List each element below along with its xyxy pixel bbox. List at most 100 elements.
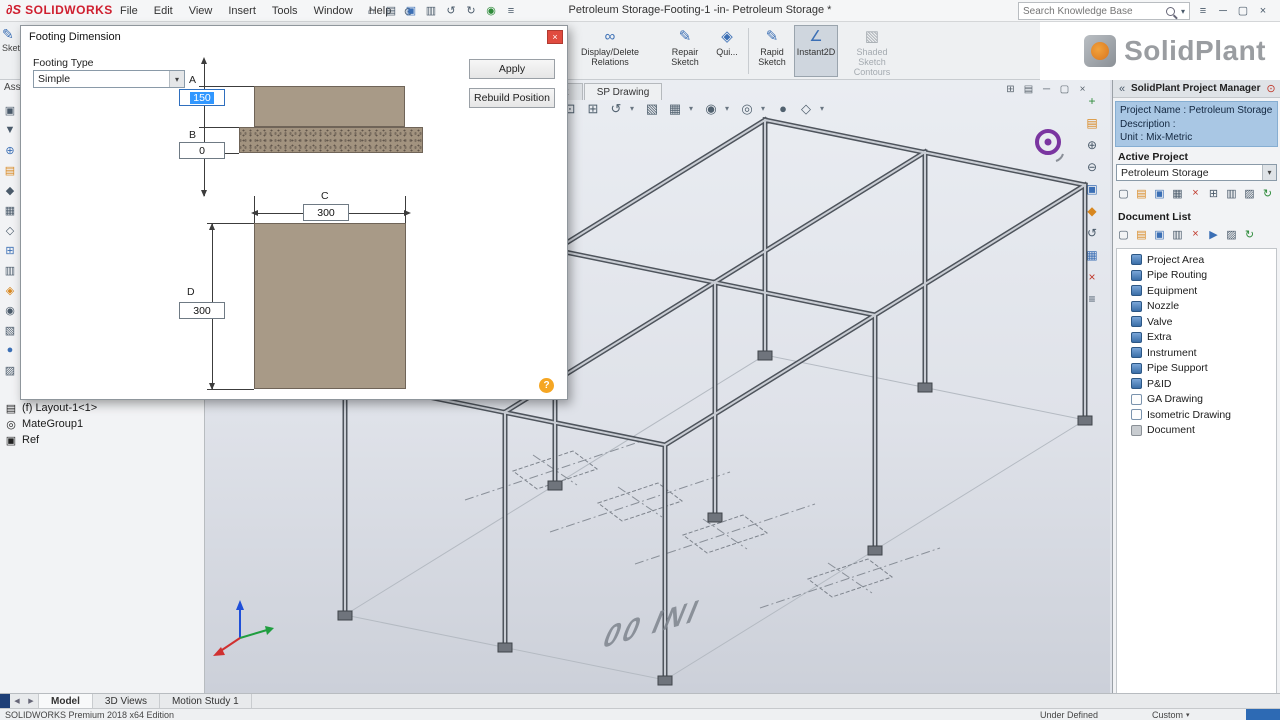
tree-item-project-area[interactable]: Project Area	[1117, 252, 1276, 268]
tree-item-nozzle[interactable]: Nozzle	[1117, 299, 1276, 315]
zoom-out-icon[interactable]: ⊖	[1083, 158, 1101, 175]
rapid-sketch-button[interactable]: ✎ Rapid Sketch	[752, 25, 792, 77]
undo-icon[interactable]: ↺	[442, 2, 460, 19]
open-document-icon[interactable]: ▤	[1133, 226, 1150, 242]
app-options-icon[interactable]: ≡	[1194, 2, 1212, 19]
project-grid-icon[interactable]: ▦	[1169, 185, 1186, 201]
shaded-sketch-contours-button[interactable]: ▧ Shaded Sketch Contours	[840, 25, 904, 77]
apply-button[interactable]: Apply	[469, 59, 555, 79]
rebuild-position-button[interactable]: Rebuild Position	[469, 88, 555, 108]
origin-icon[interactable]: ⊞	[1, 242, 19, 258]
save-icon[interactable]: ▣	[402, 2, 420, 19]
grid-icon[interactable]: ▦	[1083, 246, 1101, 263]
maximize-icon[interactable]: ▢	[1234, 2, 1252, 19]
tree-item-extra[interactable]: Extra	[1117, 330, 1276, 346]
delete-document-icon[interactable]: ×	[1187, 226, 1204, 242]
open-project-icon[interactable]: ▤	[1133, 185, 1150, 201]
pane-layout-icon[interactable]: ▤	[1021, 83, 1036, 96]
new-document-icon[interactable]: ▢	[1115, 226, 1132, 242]
footing-type-select[interactable]: Simple ▾	[33, 70, 185, 88]
search-input[interactable]	[1019, 6, 1166, 17]
minimize-icon[interactable]: ─	[1214, 2, 1232, 19]
tab-motion-study[interactable]: Motion Study 1	[160, 694, 252, 708]
sensors-icon[interactable]: ⊕	[1, 142, 19, 158]
component-icon[interactable]: ◉	[1, 302, 19, 318]
tab-3d-views[interactable]: 3D Views	[93, 694, 160, 708]
annotations-folder-icon[interactable]: ▤	[1, 162, 19, 178]
dim-input-c[interactable]: 300	[303, 204, 349, 221]
section-view-icon[interactable]: ▧	[643, 100, 661, 117]
search-icon[interactable]	[1166, 7, 1175, 16]
refresh-document-icon[interactable]: ↻	[1241, 226, 1258, 242]
pattern-icon[interactable]: ▧	[1, 322, 19, 338]
new-project-icon[interactable]: ▢	[1115, 185, 1132, 201]
front-plane-icon[interactable]: ◆	[1, 182, 19, 198]
zoom-area-icon[interactable]: ⊞	[584, 100, 602, 117]
dialog-close-icon[interactable]: ×	[547, 30, 563, 44]
chevron-down-icon[interactable]: ▾	[689, 104, 697, 113]
chevron-down-icon[interactable]: ▾	[630, 104, 638, 113]
part-icon[interactable]: ▥	[1, 262, 19, 278]
display-delete-relations-button[interactable]: ∞ Display/Delete Relations	[562, 25, 658, 77]
doc-close-icon[interactable]: ×	[1075, 83, 1090, 96]
tree-item-layout[interactable]: ▤ (f) Layout-1<1>	[4, 400, 200, 416]
save-document-icon[interactable]: ▣	[1151, 226, 1168, 242]
more-tools-icon[interactable]: ≡	[1083, 290, 1101, 307]
delete-project-icon[interactable]: ×	[1187, 185, 1204, 201]
tree-item-instrument[interactable]: Instrument	[1117, 345, 1276, 361]
quick-snaps-button[interactable]: ◈ Qui...	[710, 25, 744, 77]
collapse-panel-icon[interactable]: «	[1116, 80, 1128, 97]
zoom-in-icon[interactable]: ⊕	[1083, 136, 1101, 153]
menu-tools[interactable]: Tools	[264, 1, 306, 21]
print-icon[interactable]: ▥	[422, 2, 440, 19]
tree-item-ga-drawing[interactable]: GA Drawing	[1117, 392, 1276, 408]
tree-item-ref[interactable]: ▣ Ref	[4, 432, 200, 448]
open-icon[interactable]: ▤	[382, 2, 400, 19]
tab-scroll-left-icon[interactable]: ◀	[10, 694, 24, 708]
instant2d-button[interactable]: ∠ Instant2D	[794, 25, 838, 77]
measure-icon[interactable]: ◆	[1083, 202, 1101, 219]
delete-tool-icon[interactable]: ×	[1083, 268, 1101, 285]
repair-sketch-button[interactable]: ✎ Repair Sketch	[660, 25, 710, 77]
display-style-icon[interactable]: ◉	[702, 100, 720, 117]
menu-insert[interactable]: Insert	[220, 1, 264, 21]
tree-item-pipe-support[interactable]: Pipe Support	[1117, 361, 1276, 377]
tree-item-mategroup[interactable]: ◎ MateGroup1	[4, 416, 200, 432]
refresh-project-icon[interactable]: ↻	[1259, 185, 1276, 201]
hide-show-items-icon[interactable]: ◎	[738, 100, 756, 117]
menu-edit[interactable]: Edit	[146, 1, 181, 21]
save-view-icon[interactable]: ▣	[1083, 180, 1101, 197]
save-project-icon[interactable]: ▣	[1151, 185, 1168, 201]
unit-system-select[interactable]: Custom ▾	[1152, 710, 1190, 720]
menu-view[interactable]: View	[181, 1, 221, 21]
tree-item-pid[interactable]: P&ID	[1117, 376, 1276, 392]
run-document-icon[interactable]: ▶	[1205, 226, 1222, 242]
tree-item-isometric-drawing[interactable]: Isometric Drawing	[1117, 407, 1276, 423]
history-icon[interactable]: ▼	[1, 122, 19, 138]
doc-restore-icon[interactable]: ▢	[1057, 83, 1072, 96]
document-report-icon[interactable]: ▨	[1223, 226, 1240, 242]
home-icon[interactable]: ⌂	[362, 2, 380, 19]
active-project-select[interactable]: Petroleum Storage ▾	[1116, 164, 1277, 181]
doc-minimize-icon[interactable]: ─	[1039, 83, 1054, 96]
chevron-down-icon[interactable]: ▾	[761, 104, 769, 113]
chevron-down-icon[interactable]: ▾	[820, 104, 828, 113]
copy-project-icon[interactable]: ⊞	[1205, 185, 1222, 201]
folder-icon[interactable]: ◈	[1, 282, 19, 298]
view-orientation-icon[interactable]: ▦	[666, 100, 684, 117]
chevron-down-icon[interactable]: ▾	[725, 104, 733, 113]
dim-input-d[interactable]: 300	[179, 302, 225, 319]
document-table-icon[interactable]: ▥	[1169, 226, 1186, 242]
mate-icon[interactable]: ●	[1, 342, 19, 358]
doc-tab-sp-drawing[interactable]: SP Drawing	[584, 83, 662, 100]
tab-scroll-right-icon[interactable]: ▶	[24, 694, 38, 708]
top-plane-icon[interactable]: ▦	[1, 202, 19, 218]
search-dropdown-icon[interactable]: ▾	[1177, 3, 1189, 20]
project-report-icon[interactable]: ▨	[1241, 185, 1258, 201]
help-icon[interactable]: ?	[539, 378, 554, 393]
rotate-view-icon[interactable]: ↺	[1083, 224, 1101, 241]
tree-item-document[interactable]: Document	[1117, 423, 1276, 439]
open-tool-icon[interactable]: ▤	[1083, 114, 1101, 131]
edit-appearance-icon[interactable]: ●	[774, 100, 792, 117]
pin-panel-icon[interactable]: ⊙	[1265, 80, 1277, 97]
